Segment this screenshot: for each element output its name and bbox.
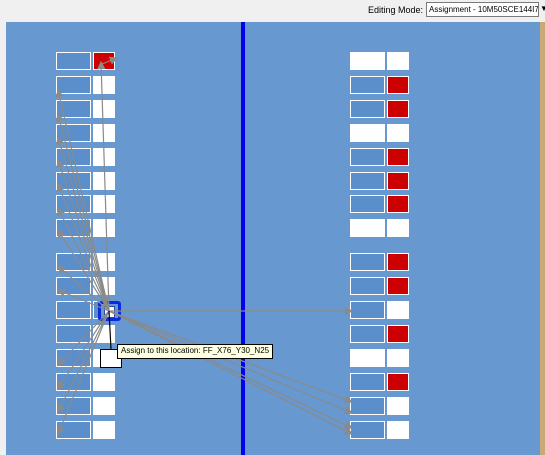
assignment-arrow	[97, 60, 110, 312]
assignment-arrow	[57, 310, 110, 366]
assignment-arrow	[108, 310, 354, 429]
assignment-arrow	[56, 310, 110, 436]
assignment-arrow	[101, 56, 119, 65]
editing-mode-label: Editing Mode:	[368, 5, 424, 15]
assignment-canvas[interactable]	[6, 22, 540, 455]
assign-tooltip: Assign to this location: FF_X76_Y30_N25	[117, 344, 274, 359]
drag-line	[108, 310, 112, 350]
assignment-arrow	[108, 310, 354, 415]
chevron-down-icon[interactable]: ▼	[540, 4, 545, 14]
assignment-arrow	[55, 88, 110, 312]
assignment-arrow	[57, 228, 110, 312]
editing-mode-dropdown[interactable]: Assignment - 10M50SCE144I7G	[426, 2, 539, 17]
assignment-arrow	[55, 112, 110, 312]
toolbar: Editing Mode: Assignment - 10M50SCE144I7…	[0, 0, 545, 22]
assignment-arrow	[108, 310, 354, 435]
scrollbar-edge[interactable]	[540, 22, 545, 455]
assignment-arrow	[57, 310, 110, 391]
assignment-arrows	[55, 56, 354, 436]
assignment-arrow	[57, 310, 110, 414]
